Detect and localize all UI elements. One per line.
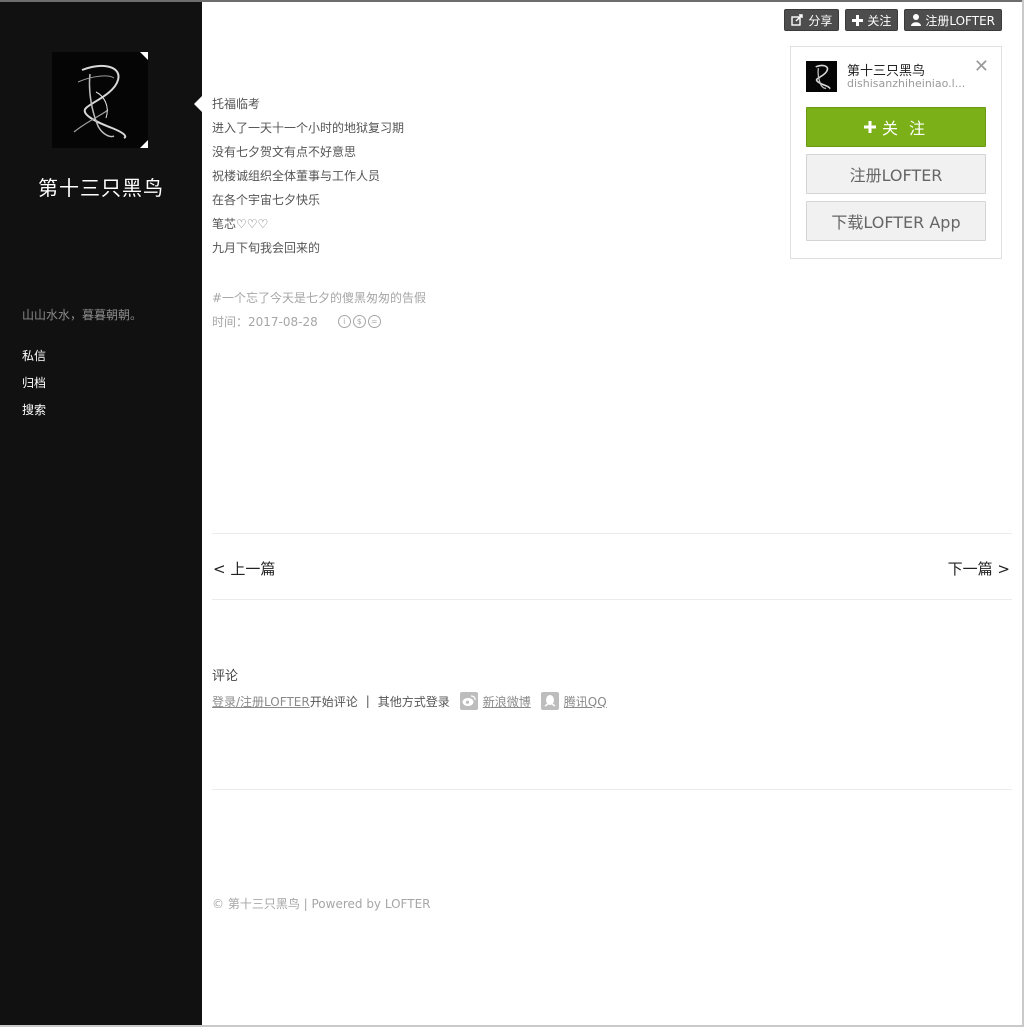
blog-description: 山山水水，暮暮朝朝。 [22, 308, 143, 322]
prev-post-link[interactable]: < 上一篇 [213, 558, 275, 579]
close-icon[interactable]: ✕ [974, 57, 989, 77]
weibo-icon[interactable] [459, 692, 478, 710]
post-time[interactable]: 时间：2017-08-28 [212, 313, 318, 330]
divider [212, 599, 1012, 600]
follow-card: 第十三只黑鸟 dishisanzhiheiniao.l... ✕ 关 注 注册L… [790, 46, 1002, 259]
cc-by-icon: i [337, 315, 351, 328]
follow-top-label: 关注 [867, 13, 892, 28]
post-line: 没有七夕贺文有点不好意思 [212, 145, 357, 159]
post-pointer-arrow [194, 96, 202, 112]
sidebar: 第十三只黑鸟 山山水水，暮暮朝朝。 私信 归档 搜索 [0, 2, 202, 1025]
comments-title: 评论 [212, 669, 239, 684]
avatar-logo-icon [806, 61, 837, 92]
card-blog-domain: dishisanzhiheiniao.l... [847, 77, 966, 90]
register-top-label: 注册LOFTER [925, 13, 995, 28]
post-body: 托福临考 进入了一天十一个小时的地狱复习期 没有七夕贺文有点不好意思 祝楼诚组织… [212, 96, 404, 264]
login-register-link[interactable]: 登录/注册LOFTER [212, 693, 310, 710]
sidebar-item-archive[interactable]: 归档 [22, 375, 46, 402]
post-line: 祝楼诚组织全体董事与工作人员 [212, 169, 381, 183]
sidebar-nav: 私信 归档 搜索 [22, 348, 46, 429]
register-lofter-button[interactable]: 注册LOFTER [806, 154, 986, 194]
card-avatar[interactable] [806, 61, 837, 92]
separator: | [365, 694, 370, 708]
download-app-button[interactable]: 下载LOFTER App [806, 201, 986, 241]
post-tag[interactable]: #一个忘了今天是七夕的傻黑匆匆的告假 [212, 289, 426, 306]
sidebar-item-message[interactable]: 私信 [22, 348, 46, 375]
plus-icon [863, 121, 876, 133]
plus-icon [852, 14, 864, 26]
cc-nc-icon: $ [352, 315, 366, 328]
post-line: 九月下旬我会回来的 [212, 241, 321, 255]
user-icon [911, 14, 922, 26]
register-top-button[interactable]: 注册LOFTER [904, 9, 1002, 31]
blog-avatar[interactable] [52, 52, 148, 148]
share-icon [791, 14, 804, 26]
next-post-link[interactable]: 下一篇 > [948, 558, 1010, 579]
other-login-label: 其他方式登录 [377, 694, 450, 709]
divider [212, 533, 1012, 534]
footer-text: © 第十三只黑鸟 | Powered by LOFTER [212, 897, 431, 911]
share-label: 分享 [808, 13, 833, 28]
divider [212, 789, 1012, 790]
post-line: 托福临考 [212, 97, 261, 111]
qq-icon[interactable] [540, 692, 559, 710]
license-icons[interactable]: i $ = [337, 315, 381, 328]
follow-top-button[interactable]: 关注 [845, 9, 899, 31]
post-line: 在各个宇宙七夕快乐 [212, 193, 321, 207]
blog-title[interactable]: 第十三只黑鸟 [0, 172, 202, 201]
sidebar-item-search[interactable]: 搜索 [22, 402, 46, 429]
qq-login-link[interactable]: 腾讯QQ [564, 693, 607, 710]
share-button[interactable]: 分享 [784, 9, 840, 31]
cc-nd-icon: = [367, 315, 381, 328]
follow-button[interactable]: 关 注 [806, 107, 986, 147]
post-line: 进入了一天十一个小时的地狱复习期 [212, 121, 405, 135]
avatar-logo-icon [52, 52, 148, 148]
post-meta: 时间：2017-08-28 i $ = [212, 313, 381, 330]
top-action-bar: 分享 关注 注册LOFTER [784, 9, 1002, 31]
start-comment-text: 开始评论 [309, 694, 358, 709]
follow-button-label: 关 注 [881, 119, 929, 138]
post-line: 笔芯♡♡♡ [212, 217, 269, 231]
weibo-login-link[interactable]: 新浪微博 [483, 693, 531, 710]
comments-login-row: 登录/注册LOFTER 开始评论 | 其他方式登录 新浪微博 腾讯QQ [212, 692, 607, 710]
